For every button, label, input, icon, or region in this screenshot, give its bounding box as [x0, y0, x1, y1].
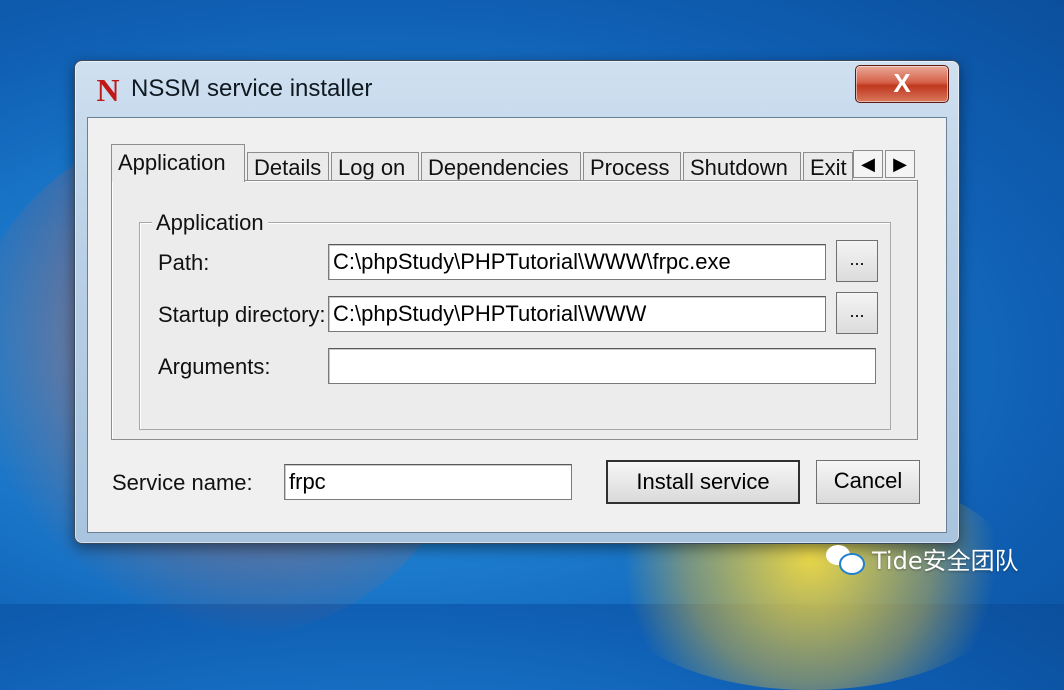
watermark-text: Tide安全团队: [872, 546, 1019, 575]
tab-shutdown[interactable]: Shutdown: [683, 152, 801, 182]
title-bar[interactable]: N NSSM service installer X: [75, 61, 959, 117]
arguments-label: Arguments:: [158, 354, 271, 379]
service-name-label: Service name:: [112, 470, 253, 495]
tab-details[interactable]: Details: [247, 152, 329, 182]
arguments-input[interactable]: [328, 348, 876, 384]
close-button[interactable]: X: [855, 65, 949, 103]
close-icon: X: [893, 68, 911, 98]
tab-dependencies[interactable]: Dependencies: [421, 152, 581, 182]
nssm-installer-window: N NSSM service installer X Application D…: [74, 60, 960, 544]
tab-application[interactable]: Application: [111, 144, 245, 182]
tab-scroll-left-button[interactable]: ◀: [853, 150, 883, 178]
startup-directory-browse-button[interactable]: ...: [836, 292, 878, 334]
path-label: Path:: [158, 250, 210, 275]
service-name-input[interactable]: [284, 464, 572, 500]
arrow-left-icon: ◀: [861, 154, 875, 174]
tab-exit[interactable]: Exit: [803, 152, 853, 182]
path-browse-button[interactable]: ...: [836, 240, 878, 282]
startup-directory-input[interactable]: [328, 296, 826, 332]
tab-log-on[interactable]: Log on: [331, 152, 419, 182]
watermark: Tide安全团队: [826, 540, 1019, 576]
arrow-right-icon: ▶: [893, 154, 907, 174]
application-group-title: Application: [152, 210, 268, 236]
nssm-app-icon: N: [96, 72, 120, 108]
wechat-icon: [826, 543, 865, 575]
tab-scroll-right-button[interactable]: ▶: [885, 150, 915, 178]
window-title: NSSM service installer: [131, 75, 373, 102]
tab-process[interactable]: Process: [583, 152, 681, 182]
startup-directory-label: Startup directory:: [158, 302, 326, 327]
path-input[interactable]: [328, 244, 826, 280]
cancel-button[interactable]: Cancel: [816, 460, 920, 504]
install-service-button[interactable]: Install service: [606, 460, 800, 504]
dialog-client-area: Application Details Log on Dependencies …: [87, 117, 947, 533]
